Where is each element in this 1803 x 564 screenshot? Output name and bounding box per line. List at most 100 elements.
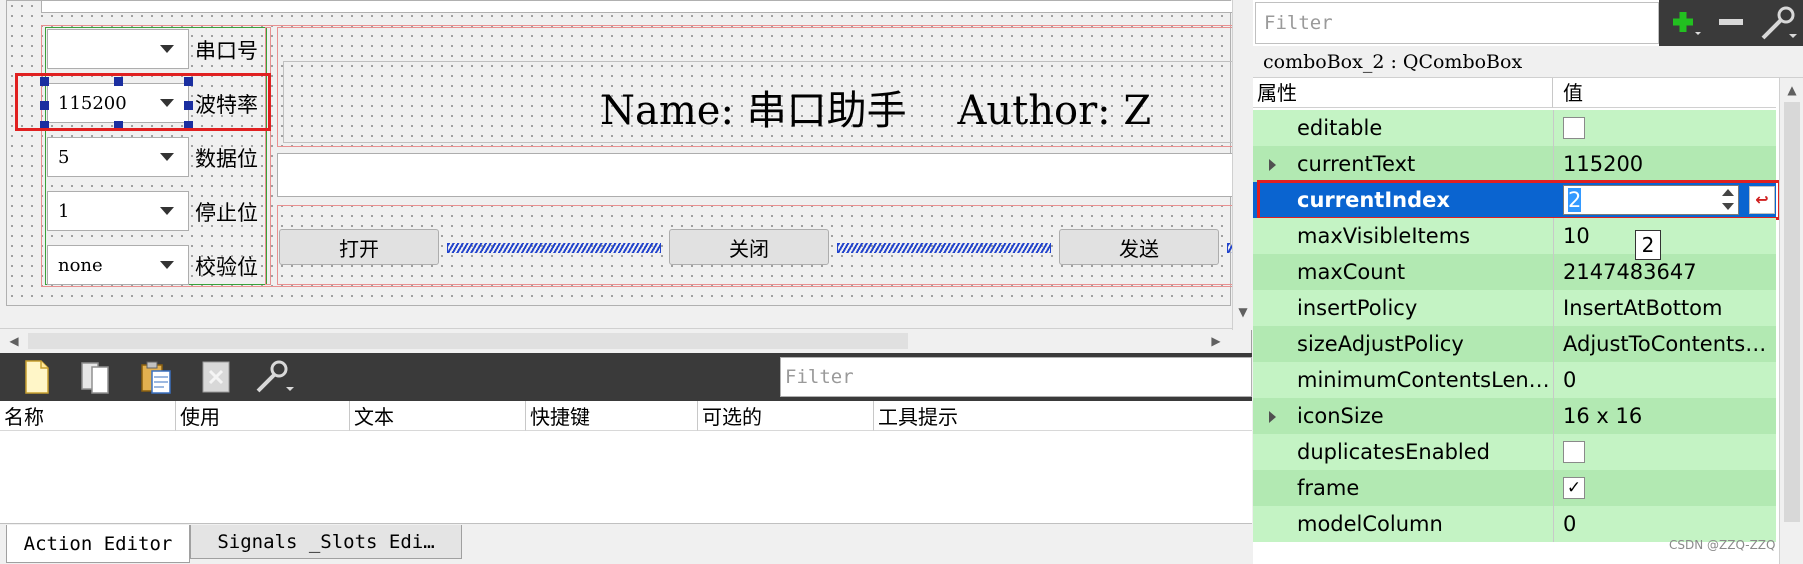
top-widget[interactable] [41, 1, 1241, 13]
duplicates-checkbox[interactable] [1563, 441, 1585, 463]
column-header-name[interactable]: 名称 [0, 401, 176, 431]
action-editor-panel: Filter 名称 使用 文本 快捷键 可选的 工具提示 Action Edit… [0, 353, 1252, 564]
property-row-insertpolicy[interactable]: insertPolicy InsertAtBottom [1253, 290, 1776, 326]
property-name: editable [1297, 116, 1383, 140]
plus-icon[interactable] [1663, 6, 1703, 40]
scroll-right-icon[interactable]: ▶ [1206, 331, 1226, 351]
chevron-down-icon[interactable] [160, 261, 174, 269]
new-action-icon[interactable] [22, 359, 52, 395]
column-header-used[interactable]: 使用 [176, 401, 350, 431]
header-text: Name: 串口助手 Author: Z [600, 88, 1152, 134]
parity-combobox[interactable]: none [47, 245, 189, 285]
databits-combo-value: 5 [58, 146, 70, 168]
settings-column-divider [265, 27, 271, 285]
property-value[interactable]: 10 [1563, 218, 1773, 254]
property-value[interactable]: InsertAtBottom [1563, 290, 1773, 326]
action-editor-toolbar: Filter [0, 353, 1252, 401]
property-value[interactable]: 2147483647 [1563, 254, 1773, 290]
header-property[interactable]: 属性 [1253, 78, 1553, 108]
watermark: CSDN @ZZQ-ZZQ [1669, 538, 1776, 552]
canvas-horizontal-scrollbar[interactable]: ◀ ▶ [0, 328, 1232, 352]
property-name: duplicatesEnabled [1297, 440, 1491, 464]
copy-icon[interactable] [78, 359, 116, 395]
scroll-left-icon[interactable]: ◀ [4, 331, 24, 351]
property-name: maxVisibleItems [1297, 224, 1471, 248]
open-button[interactable]: 打开 [279, 229, 439, 265]
parity-combo-value: none [58, 254, 103, 276]
stopbits-label: 停止位 [195, 201, 258, 225]
highlight-box [15, 73, 271, 131]
tab-action-editor[interactable]: Action Editor [6, 525, 190, 563]
column-header-tooltip[interactable]: 工具提示 [874, 401, 1252, 431]
property-row-sizeadjustpolicy[interactable]: sizeAdjustPolicy AdjustToContents… [1253, 326, 1776, 362]
header-label[interactable]: Name: 串口助手 Author: Z [283, 61, 1237, 143]
chevron-down-icon[interactable] [160, 153, 174, 161]
property-row-iconsize[interactable]: iconSize 16 x 16 [1253, 398, 1776, 434]
property-row-modelcolumn[interactable]: modelColumn 0 [1253, 506, 1776, 542]
scroll-down-icon[interactable]: ▼ [1233, 302, 1253, 322]
horizontal-spacer [447, 243, 661, 253]
property-filter-placeholder: Filter [1264, 12, 1333, 34]
property-name: iconSize [1297, 404, 1384, 428]
designer-canvas[interactable]: 串口号 115200 波特率 5 数据位 1 停止位 none 校验位 Name… [0, 0, 1252, 353]
databits-combobox[interactable]: 5 [47, 137, 189, 177]
property-name: modelColumn [1297, 512, 1443, 536]
send-input[interactable] [277, 153, 1237, 197]
header-value[interactable]: 值 [1553, 78, 1776, 108]
tab-signals-slots[interactable]: Signals _Slots Edi… [190, 525, 462, 559]
property-value[interactable]: 0 [1563, 362, 1773, 398]
parity-label: 校验位 [195, 255, 258, 279]
delete-icon[interactable] [200, 359, 234, 395]
frame-checkbox[interactable]: ✓ [1563, 477, 1585, 499]
property-row-frame[interactable]: frame ✓ [1253, 470, 1776, 506]
chevron-down-icon[interactable] [160, 45, 174, 53]
value-tooltip: 2 [1635, 230, 1661, 260]
property-row-maxvisibleitems[interactable]: maxVisibleItems 10 [1253, 218, 1776, 254]
spanner-icon[interactable] [1757, 4, 1799, 42]
property-name: minimumContentsLen… [1297, 368, 1550, 392]
databits-label: 数据位 [195, 147, 258, 171]
minus-icon[interactable] [1713, 6, 1749, 40]
action-list[interactable] [0, 431, 1252, 527]
form-widget[interactable]: 串口号 115200 波特率 5 数据位 1 停止位 none 校验位 Name… [6, 0, 1241, 306]
wrench-icon[interactable] [252, 359, 296, 395]
property-name: frame [1297, 476, 1360, 500]
property-row-maxcount[interactable]: maxCount 2147483647 [1253, 254, 1776, 290]
property-row-duplicatesenabled[interactable]: duplicatesEnabled [1253, 434, 1776, 470]
property-editor-panel: Filter comboBox_2 : QComboBox 属性 值 edita… [1253, 0, 1803, 564]
column-header-text[interactable]: 文本 [350, 401, 526, 431]
port-combobox[interactable] [47, 29, 189, 69]
chevron-down-icon[interactable] [160, 207, 174, 215]
property-row-minimumcontentslength[interactable]: minimumContentsLen… 0 [1253, 362, 1776, 398]
stopbits-combobox[interactable]: 1 [47, 191, 189, 231]
property-value[interactable]: 115200 [1563, 146, 1773, 182]
property-name: sizeAdjustPolicy [1297, 332, 1464, 356]
horizontal-spacer [837, 243, 1051, 253]
horizontal-scroll-thumb[interactable] [28, 333, 908, 349]
expand-arrow-icon[interactable] [1269, 411, 1276, 423]
stopbits-combo-value: 1 [58, 200, 70, 222]
property-value[interactable]: AdjustToContents… [1563, 326, 1773, 362]
property-filter-input[interactable]: Filter [1255, 2, 1659, 44]
expand-arrow-icon[interactable] [1269, 159, 1276, 171]
property-row-editable[interactable]: editable [1253, 110, 1776, 146]
paste-icon[interactable] [138, 359, 176, 395]
object-title: comboBox_2 : QComboBox [1253, 46, 1803, 78]
editable-checkbox[interactable] [1563, 117, 1585, 139]
property-value[interactable]: 16 x 16 [1563, 398, 1773, 434]
property-scroll-thumb[interactable] [1784, 102, 1800, 522]
scroll-up-icon[interactable]: ▲ [1782, 80, 1802, 100]
action-filter-placeholder: Filter [785, 366, 854, 388]
action-filter-input[interactable]: Filter [780, 357, 1252, 397]
property-row-currenttext[interactable]: currentText 115200 [1253, 146, 1776, 182]
close-button[interactable]: 关闭 [669, 229, 829, 265]
property-name: maxCount [1297, 260, 1406, 284]
property-vertical-scrollbar[interactable]: ▲ [1779, 78, 1803, 564]
property-value[interactable]: 0 [1563, 506, 1773, 542]
port-label: 串口号 [195, 39, 258, 63]
property-name: currentText [1297, 152, 1416, 176]
column-header-shortcut[interactable]: 快捷键 [526, 401, 698, 431]
column-header-checkable[interactable]: 可选的 [698, 401, 874, 431]
canvas-vertical-scrollbar[interactable]: ▼ [1232, 0, 1252, 330]
send-button[interactable]: 发送 [1059, 229, 1219, 265]
